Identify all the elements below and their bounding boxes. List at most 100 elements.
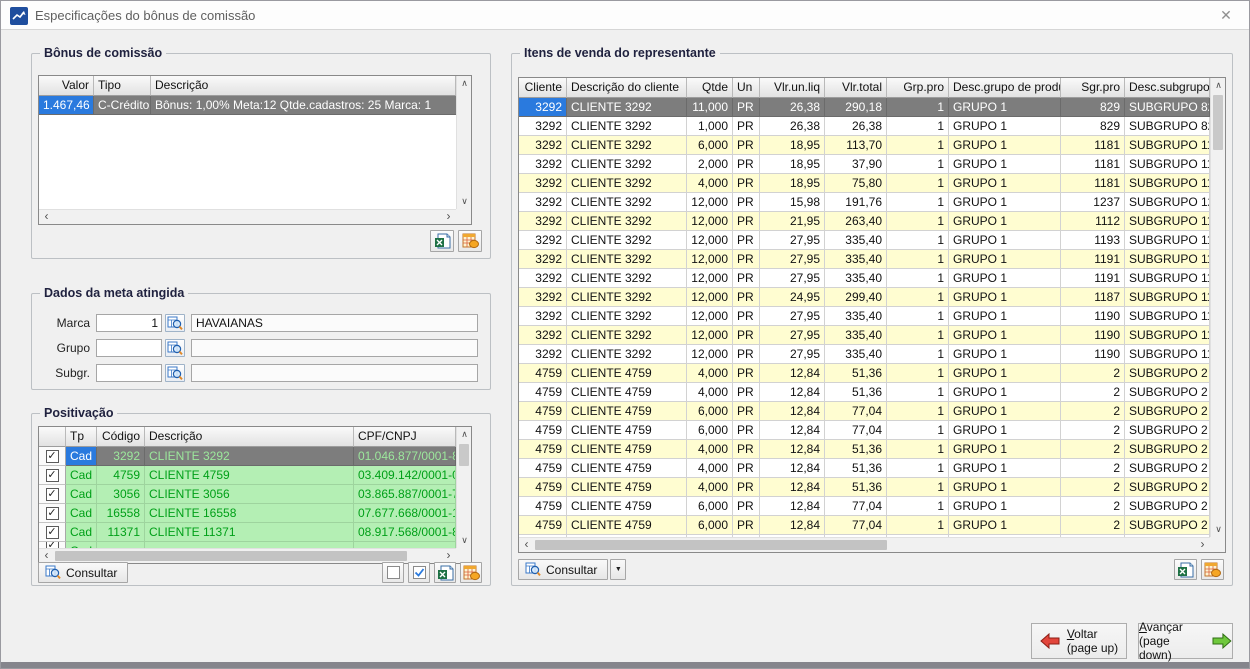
print-grid-button[interactable] <box>458 230 482 252</box>
header-cell[interactable]: Grp.pro <box>887 78 949 98</box>
table-row[interactable]: 1.467,46C-CréditoBônus: 1,00% Meta:12 Qt… <box>39 96 471 115</box>
export-excel-button[interactable] <box>434 562 456 583</box>
scroll-up-icon[interactable]: ∧ <box>1211 78 1226 93</box>
table-row[interactable]: 3292CLIENTE 329211,000PR26,38290,181GRUP… <box>519 98 1210 117</box>
table-row[interactable]: 3292CLIENTE 329212,000PR27,95335,401GRUP… <box>519 269 1210 288</box>
scroll-right-icon[interactable]: › <box>441 210 456 225</box>
table-row[interactable]: 3292CLIENTE 329212,000PR27,95335,401GRUP… <box>519 345 1210 364</box>
header-cell[interactable]: Valor <box>39 76 94 96</box>
print-grid-button[interactable] <box>1201 559 1224 580</box>
checkbox-cell[interactable]: ✓ <box>39 447 66 466</box>
table-row[interactable]: 3292CLIENTE 329212,000PR15,98191,761GRUP… <box>519 193 1210 212</box>
marca-name-field[interactable]: HAVAIANAS <box>191 314 478 332</box>
hscroll-thumb[interactable] <box>55 551 407 561</box>
check-all-button[interactable] <box>408 562 430 583</box>
itens-consultar-button[interactable]: Consultar <box>518 559 608 580</box>
subgrupo-code-input[interactable] <box>96 364 162 382</box>
table-row[interactable]: 3292CLIENTE 32926,000PR18,95113,701GRUPO… <box>519 136 1210 155</box>
table-row[interactable]: 4759CLIENTE 47594,000PR12,8451,361GRUPO … <box>519 364 1210 383</box>
header-cell[interactable]: Tp <box>66 427 97 447</box>
header-cell[interactable]: Desc.grupo de produ <box>949 78 1061 98</box>
row-checkbox[interactable]: ✓ <box>46 450 59 463</box>
grupo-lookup-button[interactable] <box>165 339 185 357</box>
table-row[interactable]: 3292CLIENTE 329212,000PR21,95263,401GRUP… <box>519 212 1210 231</box>
table-row[interactable]: 3292CLIENTE 32924,000PR18,9575,801GRUPO … <box>519 174 1210 193</box>
table-row[interactable]: 3292CLIENTE 329212,000PR24,95299,401GRUP… <box>519 288 1210 307</box>
header-cell[interactable]: Descrição <box>145 427 354 447</box>
grupo-name-field[interactable] <box>191 339 478 357</box>
table-row[interactable]: 3292CLIENTE 32922,000PR18,9537,901GRUPO … <box>519 155 1210 174</box>
header-cell[interactable]: Sgr.pro <box>1061 78 1125 98</box>
positivacao-grid-hscrollbar[interactable]: ‹ › <box>39 548 456 563</box>
header-cell[interactable]: CPF/CNPJ <box>354 427 456 447</box>
table-row[interactable]: ✓Cad3292CLIENTE 329201.046.877/0001-86 <box>39 447 456 466</box>
table-row[interactable]: 3292CLIENTE 329212,000PR27,95335,401GRUP… <box>519 307 1210 326</box>
itens-grid-vscrollbar[interactable]: ∧ ∨ <box>1210 78 1225 537</box>
marca-lookup-button[interactable] <box>165 314 185 332</box>
checkbox-cell[interactable]: ✓ <box>39 466 66 485</box>
table-row[interactable]: 4759CLIENTE 47596,000PR12,8477,041GRUPO … <box>519 497 1210 516</box>
row-checkbox[interactable]: ✓ <box>46 469 59 482</box>
table-row[interactable]: 4759CLIENTE 47594,000PR12,8451,361GRUPO … <box>519 459 1210 478</box>
export-excel-button[interactable] <box>1174 559 1197 580</box>
voltar-button[interactable]: Voltar (page up) <box>1031 623 1127 659</box>
table-row[interactable]: ✓Cad11371CLIENTE 1137108.917.568/0001-83 <box>39 523 456 542</box>
table-row[interactable]: 3292CLIENTE 329212,000PR27,95335,401GRUP… <box>519 326 1210 345</box>
scroll-right-icon[interactable]: › <box>1195 538 1210 553</box>
header-cell[interactable]: Tipo <box>94 76 151 96</box>
table-row[interactable]: 3292CLIENTE 329212,000PR27,95335,401GRUP… <box>519 250 1210 269</box>
scroll-left-icon[interactable]: ‹ <box>519 538 534 553</box>
scroll-up-icon[interactable]: ∧ <box>457 427 472 442</box>
table-row[interactable]: ✓Cad4759CLIENTE 475903.409.142/0001-03 <box>39 466 456 485</box>
header-cell[interactable]: Descrição do cliente <box>567 78 687 98</box>
vscroll-thumb[interactable] <box>1213 95 1223 150</box>
checkbox-cell[interactable]: ✓ <box>39 504 66 523</box>
table-row[interactable]: 3292CLIENTE 329212,000PR27,95335,401GRUP… <box>519 231 1210 250</box>
table-row[interactable]: 3292CLIENTE 32921,000PR26,3826,381GRUPO … <box>519 117 1210 136</box>
header-cell[interactable]: Desc.subgrupo de pr <box>1125 78 1210 98</box>
avancar-button[interactable]: Avançar (page down) <box>1138 623 1233 659</box>
header-cell[interactable]: Vlr.total <box>825 78 887 98</box>
bonus-grid-vscrollbar[interactable]: ∧ ∨ <box>456 76 471 209</box>
grupo-code-input[interactable] <box>96 339 162 357</box>
header-cell[interactable]: Descrição <box>151 76 456 96</box>
row-checkbox[interactable]: ✓ <box>46 507 59 520</box>
row-checkbox[interactable]: ✓ <box>46 526 59 539</box>
header-cell[interactable]: Vlr.un.liq <box>760 78 825 98</box>
print-grid-button[interactable] <box>460 562 482 583</box>
checkbox-cell[interactable]: ✓ <box>39 485 66 504</box>
table-row[interactable]: 4759CLIENTE 47594,000PR12,8451,361GRUPO … <box>519 478 1210 497</box>
row-checkbox[interactable]: ✓ <box>46 488 59 501</box>
table-row[interactable]: ✓Cad3056CLIENTE 305603.865.887/0001-79 <box>39 485 456 504</box>
itens-grid-hscrollbar[interactable]: ‹ › <box>519 537 1210 552</box>
close-icon[interactable]: ✕ <box>1209 1 1243 29</box>
hscroll-thumb[interactable] <box>535 540 887 550</box>
positivacao-consultar-button[interactable]: Consultar <box>38 562 128 583</box>
scroll-down-icon[interactable]: ∨ <box>457 194 472 209</box>
vscroll-thumb[interactable] <box>459 444 469 466</box>
marca-code-input[interactable]: 1 <box>96 314 162 332</box>
table-row[interactable]: ✓Cad16558CLIENTE 1655807.677.668/0001-17 <box>39 504 456 523</box>
header-cell[interactable]: Un <box>733 78 760 98</box>
subgrupo-name-field[interactable] <box>191 364 478 382</box>
subgrupo-lookup-button[interactable] <box>165 364 185 382</box>
bonus-grid-hscrollbar[interactable]: ‹ › <box>39 209 456 224</box>
header-cell[interactable] <box>39 427 66 447</box>
scroll-down-icon[interactable]: ∨ <box>1211 522 1226 537</box>
table-row[interactable]: 4759CLIENTE 47596,000PR12,8477,041GRUPO … <box>519 402 1210 421</box>
table-row[interactable]: 4759CLIENTE 47594,000PR12,8451,361GRUPO … <box>519 440 1210 459</box>
scroll-down-icon[interactable]: ∨ <box>457 533 472 548</box>
positivacao-grid-vscrollbar[interactable]: ∧ ∨ <box>456 427 471 548</box>
header-cell[interactable]: Qtde <box>687 78 733 98</box>
export-excel-button[interactable] <box>430 230 454 252</box>
header-cell[interactable]: Cliente <box>519 78 567 98</box>
table-row[interactable]: 4759CLIENTE 47596,000PR12,8477,041GRUPO … <box>519 421 1210 440</box>
uncheck-all-button[interactable] <box>382 562 404 583</box>
scroll-up-icon[interactable]: ∧ <box>457 76 472 91</box>
header-cell[interactable]: Código <box>97 427 145 447</box>
table-row[interactable]: 4759CLIENTE 47596,000PR12,8477,041GRUPO … <box>519 516 1210 535</box>
consultar-dropdown-button[interactable]: ▼ <box>610 559 626 580</box>
checkbox-cell[interactable]: ✓ <box>39 523 66 542</box>
scroll-left-icon[interactable]: ‹ <box>39 210 54 225</box>
table-row[interactable]: 4759CLIENTE 47594,000PR12,8451,361GRUPO … <box>519 383 1210 402</box>
